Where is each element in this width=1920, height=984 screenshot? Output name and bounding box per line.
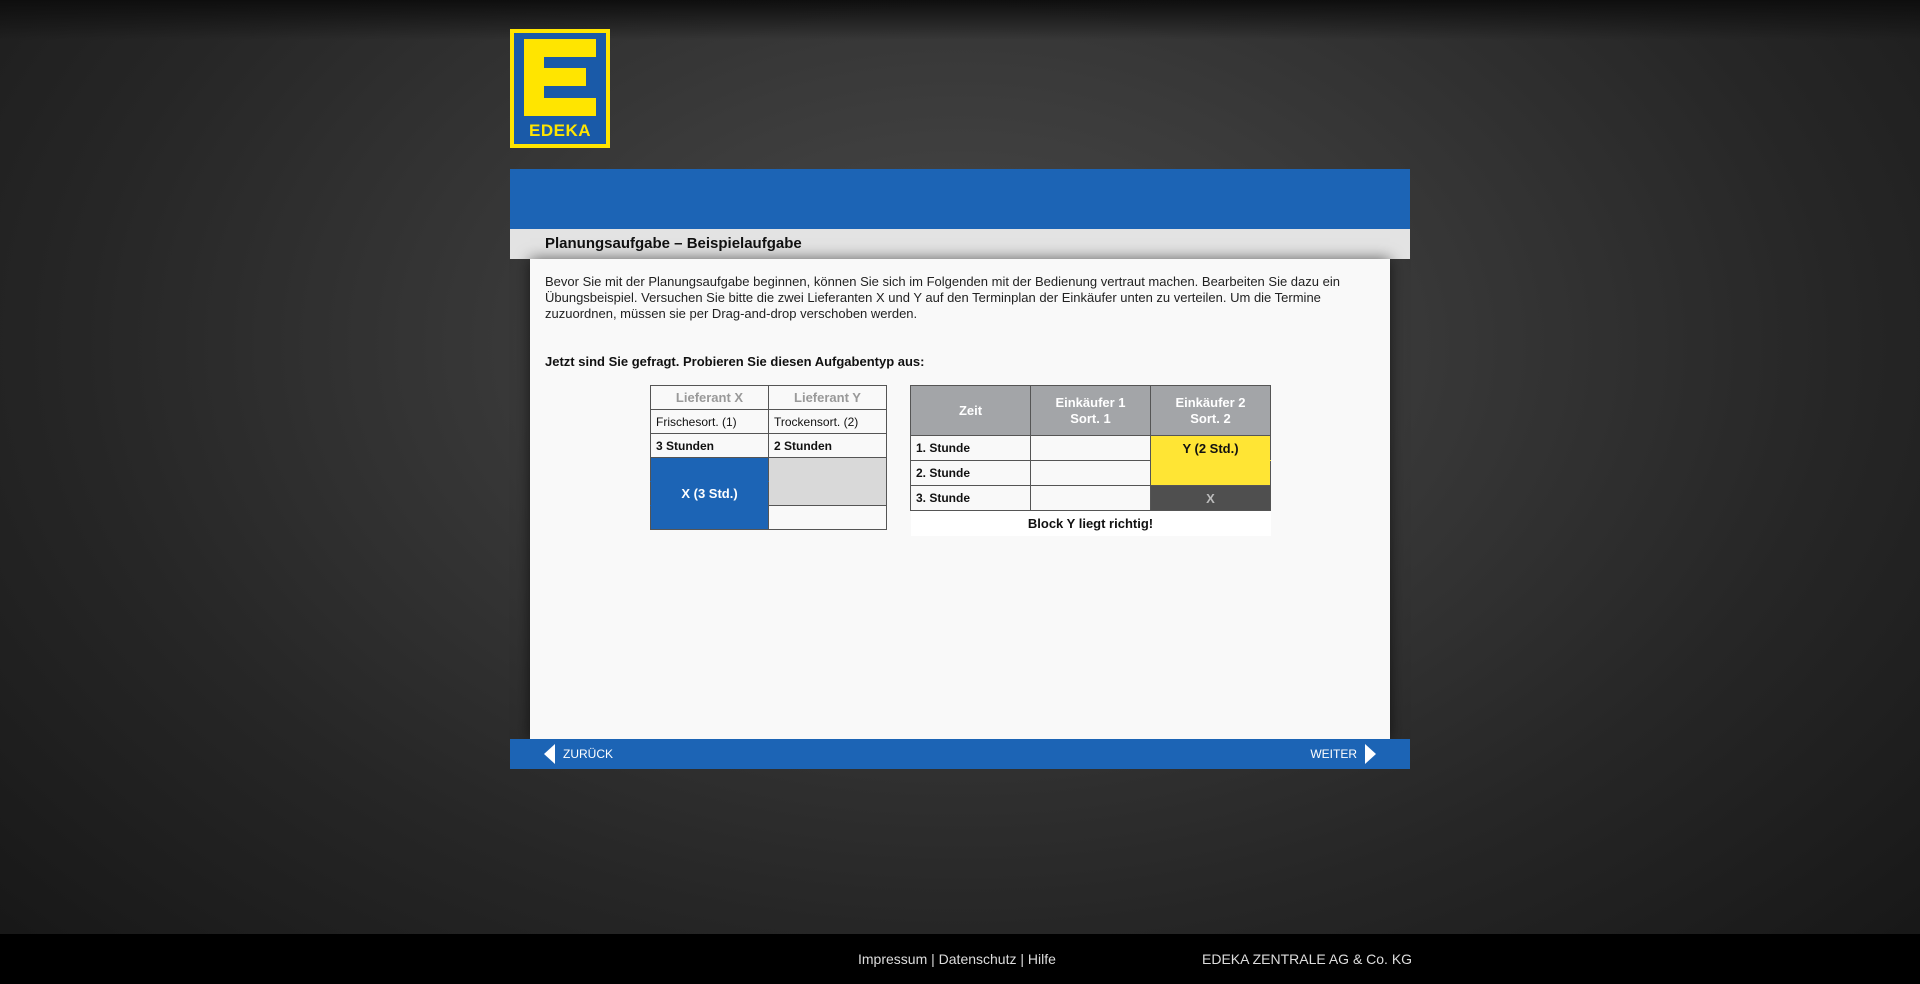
- block-x-part-1[interactable]: [650, 457, 769, 482]
- buyer1-name: Einkäufer 1: [1055, 394, 1126, 410]
- block-x-part-3[interactable]: [650, 505, 769, 530]
- block-y-empty-slot: [768, 457, 887, 506]
- datenschutz-link[interactable]: Datenschutz: [939, 951, 1017, 967]
- footer-links: Impressum | Datenschutz | Hilfe: [858, 951, 1056, 967]
- supplier-x-sort: Frischesort. (1): [650, 409, 769, 434]
- supplier-x-hours: 3 Stunden: [650, 433, 769, 458]
- supplier-y-hours: 2 Stunden: [768, 433, 887, 458]
- supplier-y-empty-cell: [768, 505, 887, 530]
- next-label: WEITER: [1310, 747, 1357, 761]
- block-y-placed-part-2[interactable]: [1150, 460, 1271, 486]
- supplier-table: Lieferant X Lieferant Y Frischesort. (1)…: [650, 385, 887, 530]
- col-time-header: Zeit: [910, 385, 1031, 436]
- footer-separator: |: [1020, 951, 1025, 967]
- buyer2-sort: Sort. 2: [1190, 410, 1231, 426]
- footer-separator: |: [931, 951, 935, 967]
- supplier-y-header: Lieferant Y: [768, 385, 887, 410]
- logo-background: EDEKA: [514, 33, 606, 144]
- logo-e-icon: [524, 39, 596, 116]
- next-button[interactable]: WEITER: [1310, 739, 1376, 769]
- company-name: EDEKA ZENTRALE AG & Co. KG: [1202, 951, 1413, 967]
- header-bar: [510, 169, 1410, 229]
- slot-buyer1-hour2[interactable]: [1030, 460, 1151, 486]
- navigation-bar: ZURÜCK WEITER: [510, 739, 1410, 769]
- row-label-3: 3. Stunde: [910, 485, 1031, 511]
- col-buyer2-header: Einkäufer 2 Sort. 2: [1150, 385, 1271, 436]
- top-shade: [0, 0, 1920, 40]
- footer: Impressum | Datenschutz | Hilfe EDEKA ZE…: [0, 934, 1920, 984]
- supplier-y-sort: Trockensort. (2): [768, 409, 887, 434]
- arrow-right-icon: [1365, 744, 1376, 764]
- hilfe-link[interactable]: Hilfe: [1028, 951, 1056, 967]
- content-panel: Bevor Sie mit der Planungsaufgabe beginn…: [530, 259, 1390, 739]
- block-x-draggable[interactable]: X (3 Std.): [650, 481, 769, 506]
- slot-buyer2-hour3-blocked: X: [1150, 485, 1271, 511]
- impressum-link[interactable]: Impressum: [858, 951, 927, 967]
- supplier-x-header: Lieferant X: [650, 385, 769, 410]
- slot-buyer1-hour1[interactable]: [1030, 435, 1151, 461]
- back-label: ZURÜCK: [563, 747, 613, 761]
- task-prompt: Jetzt sind Sie gefragt. Probieren Sie di…: [545, 354, 925, 369]
- slot-buyer1-hour3[interactable]: [1030, 485, 1151, 511]
- arrow-left-icon: [544, 744, 555, 764]
- schedule-table: Zeit Einkäufer 1 Sort. 1 Einkäufer 2 Sor…: [910, 385, 1271, 536]
- row-label-1: 1. Stunde: [910, 435, 1031, 461]
- back-button[interactable]: ZURÜCK: [544, 739, 613, 769]
- row-label-2: 2. Stunde: [910, 460, 1031, 486]
- buyer2-name: Einkäufer 2: [1175, 394, 1246, 410]
- page-title: Planungsaufgabe – Beispielaufgabe: [545, 235, 802, 252]
- status-message: Block Y liegt richtig!: [910, 510, 1271, 536]
- intro-text: Bevor Sie mit der Planungsaufgabe beginn…: [545, 274, 1340, 321]
- buyer1-sort: Sort. 1: [1070, 410, 1111, 426]
- edeka-logo: EDEKA: [510, 29, 610, 148]
- block-y-placed[interactable]: Y (2 Std.): [1150, 435, 1271, 461]
- title-bar: Planungsaufgabe – Beispielaufgabe: [510, 229, 1410, 259]
- col-buyer1-header: Einkäufer 1 Sort. 1: [1030, 385, 1151, 436]
- logo-text: EDEKA: [528, 121, 591, 140]
